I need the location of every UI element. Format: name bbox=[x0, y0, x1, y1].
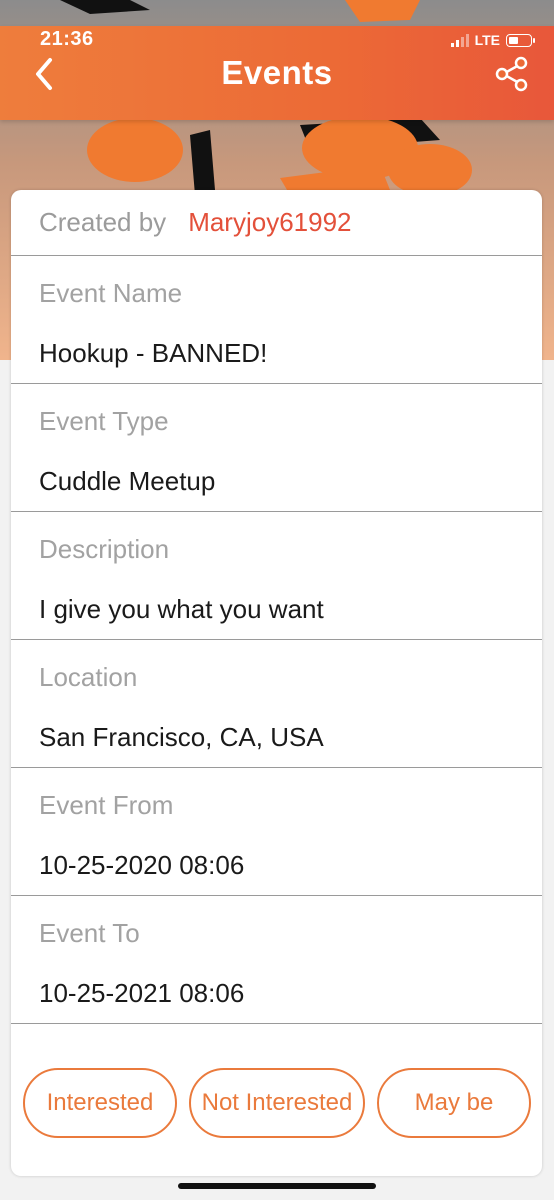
event-name-field: Event Name Hookup - BANNED! bbox=[11, 256, 542, 384]
field-value: 10-25-2020 08:06 bbox=[39, 850, 245, 880]
status-indicators: LTE bbox=[450, 32, 535, 48]
field-label: Event To bbox=[39, 918, 140, 948]
field-value: San Francisco, CA, USA bbox=[39, 722, 324, 752]
signal-icon bbox=[450, 33, 469, 47]
not-interested-button[interactable]: Not Interested bbox=[189, 1068, 365, 1138]
rsvp-actions: Interested Not Interested May be bbox=[11, 1066, 542, 1138]
field-value: I give you what you want bbox=[39, 594, 324, 624]
field-label: Event From bbox=[39, 790, 174, 820]
event-from-field: Event From 10-25-2020 08:06 bbox=[11, 768, 542, 896]
event-to-field: Event To 10-25-2021 08:06 bbox=[11, 896, 542, 1024]
battery-icon bbox=[506, 33, 535, 47]
maybe-button[interactable]: May be bbox=[377, 1068, 531, 1138]
field-label: Location bbox=[39, 662, 138, 692]
field-label: Event Type bbox=[39, 406, 169, 436]
event-type-field: Event Type Cuddle Meetup bbox=[11, 384, 542, 512]
app-header: 21:36 LTE Events bbox=[0, 26, 554, 120]
location-field: Location San Francisco, CA, USA bbox=[11, 640, 542, 768]
share-icon bbox=[495, 56, 528, 92]
status-time: 21:36 bbox=[40, 28, 94, 50]
field-label: Event Name bbox=[39, 278, 183, 308]
home-indicator[interactable] bbox=[178, 1183, 376, 1189]
field-label: Description bbox=[39, 534, 170, 564]
created-by-row: Created by Maryjoy61992 bbox=[11, 190, 542, 256]
share-button[interactable] bbox=[494, 56, 530, 92]
field-value: Cuddle Meetup bbox=[39, 466, 216, 496]
description-field: Description I give you what you want bbox=[11, 512, 542, 640]
creator-username-link[interactable]: Maryjoy61992 bbox=[188, 207, 351, 238]
event-details-card: Created by Maryjoy61992 Event Name Hooku… bbox=[11, 190, 542, 1176]
field-value: Hookup - BANNED! bbox=[39, 338, 268, 368]
field-value: 10-25-2021 08:06 bbox=[39, 978, 245, 1008]
page-title: Events bbox=[221, 54, 333, 91]
created-by-label: Created by bbox=[39, 207, 167, 237]
network-type: LTE bbox=[474, 32, 500, 48]
interested-button[interactable]: Interested bbox=[23, 1068, 177, 1138]
